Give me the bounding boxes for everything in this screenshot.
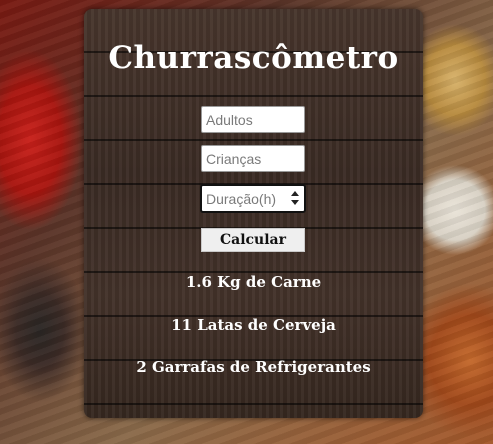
spinner-down-icon[interactable]	[291, 200, 299, 205]
result-carne: 1.6 Kg de Carne	[185, 273, 322, 291]
spinner-up-icon[interactable]	[291, 191, 299, 196]
page-title: Churrascômetro	[108, 40, 399, 76]
adultos-input[interactable]	[201, 106, 305, 133]
calculator-card: Churrascômetro Calcular 1.6 Kg de Carne …	[84, 9, 423, 418]
number-spinner[interactable]	[290, 190, 300, 207]
calcular-button[interactable]: Calcular	[201, 228, 305, 252]
duracao-input[interactable]	[202, 186, 290, 211]
result-cerveja: 11 Latas de Cerveja	[171, 316, 336, 334]
criancas-input[interactable]	[201, 145, 305, 172]
duracao-field[interactable]	[200, 184, 306, 213]
result-refrigerante: 2 Garrafas de Refrigerantes	[136, 358, 371, 376]
